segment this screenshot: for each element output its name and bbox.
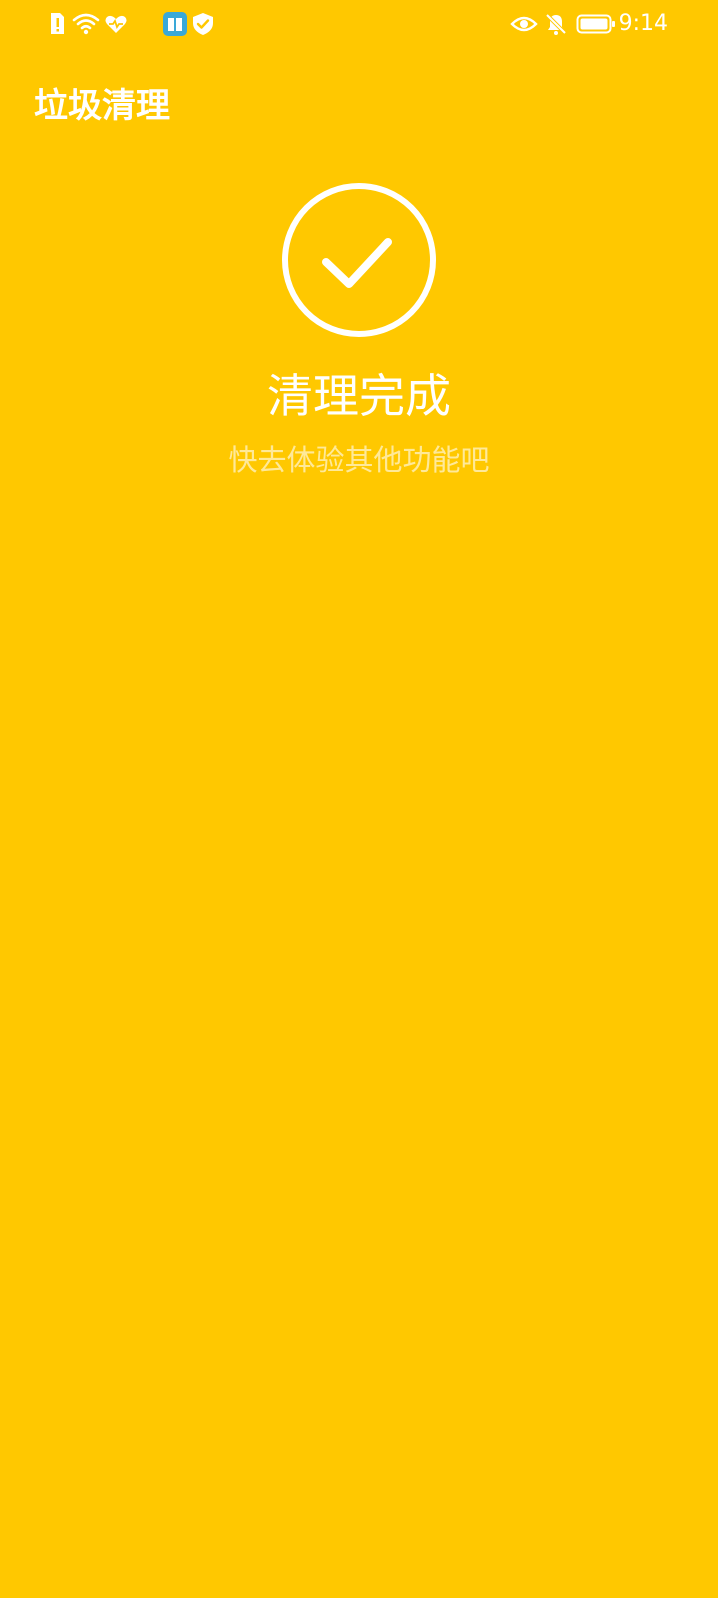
mute-bell-icon <box>545 13 567 35</box>
eye-comfort-icon <box>510 16 538 32</box>
wifi-icon <box>72 13 100 35</box>
sim-alert-icon <box>51 13 64 34</box>
shield-check-icon <box>193 13 213 35</box>
status-bar: 9:14 <box>0 0 718 48</box>
check-circle-icon <box>282 183 436 337</box>
status-time: 9:14 <box>618 11 668 36</box>
health-heart-icon <box>105 15 127 33</box>
book-app-icon <box>163 12 187 36</box>
clean-complete-subtitle: 快去体验其他功能吧 <box>228 443 490 477</box>
battery-icon <box>576 14 615 34</box>
clean-complete-title: 清理完成 <box>267 369 451 423</box>
page-title: 垃圾清理 <box>34 86 170 126</box>
